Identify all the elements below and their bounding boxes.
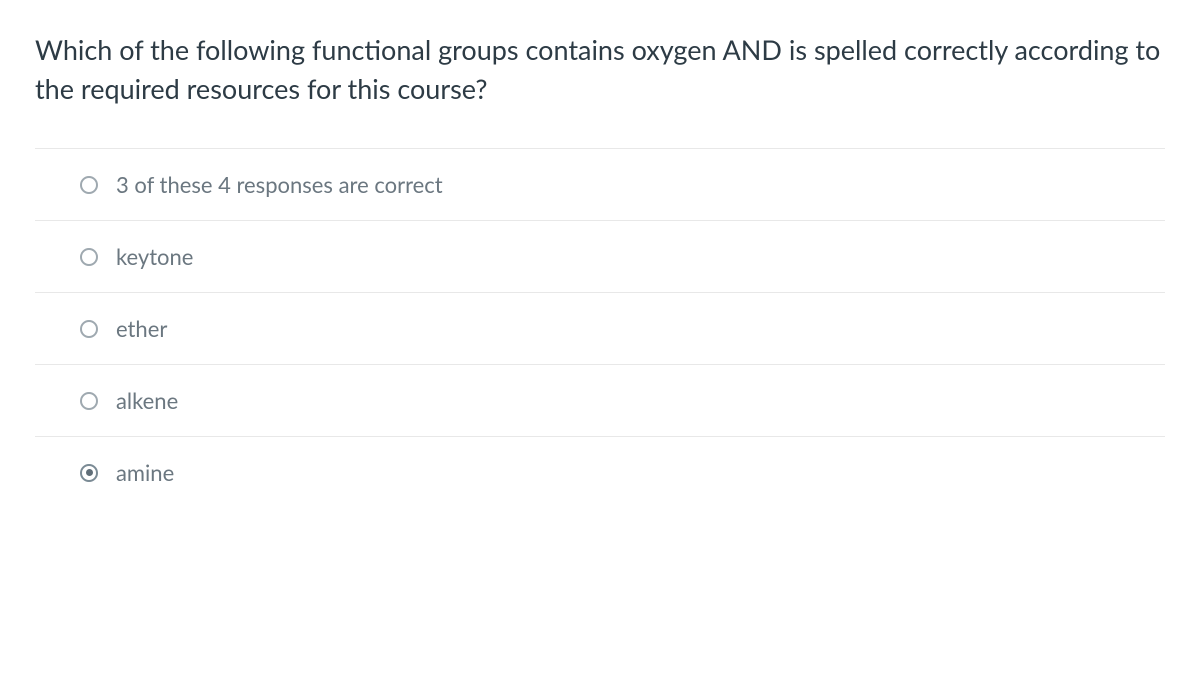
radio-icon — [80, 464, 98, 482]
radio-icon — [80, 248, 98, 266]
answer-option-3[interactable]: alkene — [35, 365, 1165, 437]
answer-label: 3 of these 4 responses are correct — [116, 171, 443, 198]
radio-icon — [80, 176, 98, 194]
radio-dot-icon — [86, 469, 93, 476]
answer-label: ether — [116, 315, 167, 342]
answer-option-4[interactable]: amine — [35, 437, 1165, 508]
answer-label: keytone — [116, 243, 193, 270]
answers-list: 3 of these 4 responses are correct keyto… — [35, 148, 1165, 508]
question-text: Which of the following functional groups… — [35, 30, 1165, 108]
radio-icon — [80, 320, 98, 338]
answer-option-1[interactable]: keytone — [35, 221, 1165, 293]
answer-option-0[interactable]: 3 of these 4 responses are correct — [35, 149, 1165, 221]
answer-option-2[interactable]: ether — [35, 293, 1165, 365]
radio-icon — [80, 392, 98, 410]
answer-label: alkene — [116, 387, 178, 414]
answer-label: amine — [116, 459, 174, 486]
